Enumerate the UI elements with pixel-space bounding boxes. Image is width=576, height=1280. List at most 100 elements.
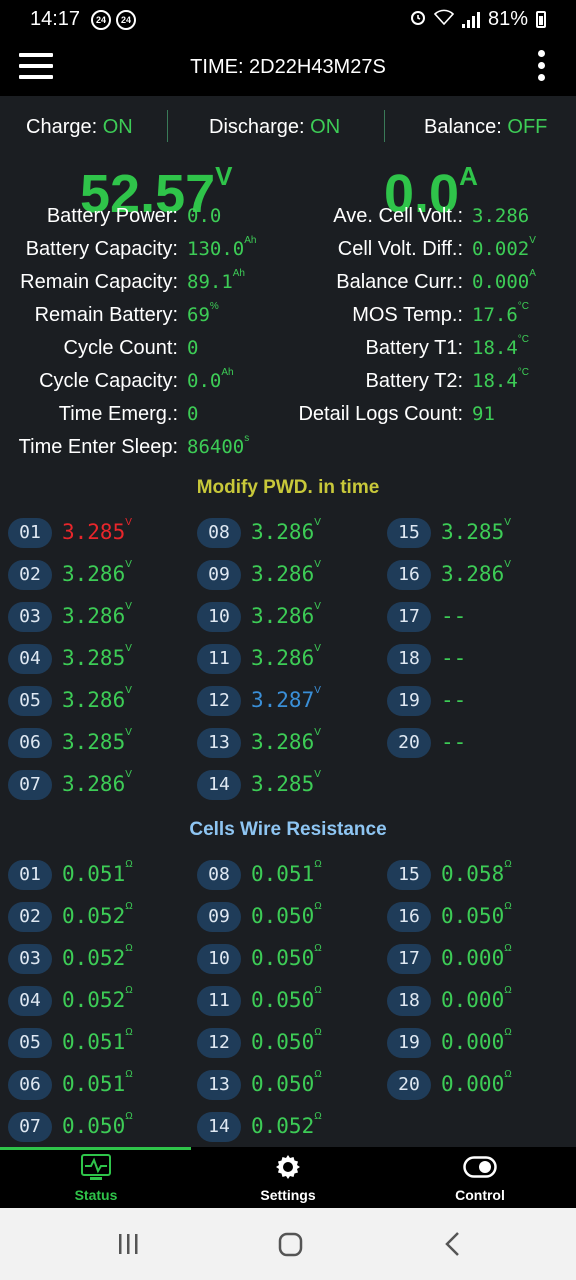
info-value-unit: °C <box>517 367 529 378</box>
cell-value: 0.050Ω <box>251 901 322 928</box>
home-icon[interactable] <box>270 1230 310 1260</box>
cell-number-badge: 13 <box>197 728 241 758</box>
cell-number-badge: 08 <box>197 860 241 890</box>
cell-value-text: 0.050 <box>251 1072 315 1096</box>
cell-value-text: 0.051 <box>62 1030 126 1054</box>
cell-item: 15 0.058Ω <box>387 859 567 892</box>
cell-value: 3.285V <box>251 769 321 796</box>
cell-value-text: 0.050 <box>251 1030 315 1054</box>
recent-apps-icon[interactable] <box>108 1230 148 1260</box>
info-value: 3.286 <box>472 205 529 227</box>
signal-strength-icon <box>461 11 480 28</box>
cell-item: 06 0.051Ω <box>8 1069 188 1102</box>
cell-value-text: 3.286 <box>62 562 126 586</box>
back-icon[interactable] <box>432 1230 472 1260</box>
cell-value: 3.287V <box>251 685 321 712</box>
cell-item: 12 3.287V <box>197 685 377 718</box>
battery-percent: 81% <box>487 8 528 30</box>
cell-number-badge: 17 <box>387 944 431 974</box>
info-value-text: 17.6 <box>472 304 518 326</box>
cell-value: 3.285V <box>62 643 132 670</box>
info-row: Balance Curr.: 0.000A <box>0 268 576 304</box>
info-value-text: 0.000 <box>472 271 530 293</box>
info-value: 91 <box>472 403 495 425</box>
cell-item: 18 0.000Ω <box>387 985 567 1018</box>
cell-number-badge: 14 <box>197 1112 241 1142</box>
cell-value: -- <box>441 604 466 628</box>
cell-number-badge: 10 <box>197 944 241 974</box>
cell-value-unit: V <box>125 769 132 780</box>
cells-section-title[interactable]: Modify PWD. in time <box>0 477 576 499</box>
divider <box>167 110 168 142</box>
cell-value-unit: V <box>125 643 132 654</box>
cell-number-badge: 03 <box>8 602 52 632</box>
more-options-icon[interactable] <box>536 50 546 86</box>
discharge-label: Discharge: <box>209 116 305 138</box>
balance-status: Balance: OFF <box>424 116 547 139</box>
cell-number-badge: 09 <box>197 560 241 590</box>
cell-number-badge: 03 <box>8 944 52 974</box>
cell-value-unit: Ω <box>314 985 322 996</box>
charge-label: Charge: <box>26 116 98 138</box>
system-navigation-bar <box>0 1208 576 1280</box>
nav-settings-tab[interactable]: Settings <box>192 1147 384 1208</box>
cell-item: 19 -- <box>387 686 567 718</box>
balance-label: Balance: <box>424 116 502 138</box>
info-value-text: 0.002 <box>472 238 530 260</box>
cell-value-text: 3.286 <box>251 646 315 670</box>
cell-value-unit: V <box>314 643 321 654</box>
cell-value: 0.051Ω <box>62 859 133 886</box>
cell-value-unit: Ω <box>125 943 133 954</box>
cell-value: 3.285V <box>62 517 132 544</box>
mode-status-row: Charge: ON Discharge: ON Balance: OFF <box>0 108 576 146</box>
pack-voltage-unit: V <box>215 161 233 191</box>
cell-value-text: -- <box>441 646 467 670</box>
battery-icon <box>536 11 546 28</box>
cell-item: 02 3.286V <box>8 559 188 592</box>
cell-value: 0.050Ω <box>441 901 512 928</box>
cell-value: 3.285V <box>441 517 511 544</box>
cell-value-unit: V <box>314 685 321 696</box>
info-label: Battery T2: <box>365 370 463 392</box>
info-row: Battery T2: 18.4°C <box>0 367 576 403</box>
cell-value: 0.052Ω <box>251 1111 322 1138</box>
cell-value-unit: Ω <box>314 901 322 912</box>
cell-value: 0.052Ω <box>62 943 133 970</box>
cell-value: 0.058Ω <box>441 859 512 886</box>
cell-number-badge: 14 <box>197 770 241 800</box>
cell-value-text: 0.050 <box>251 946 315 970</box>
info-row: Cell Volt. Diff.: 0.002V <box>0 235 576 271</box>
info-row: Time Enter Sleep: 86400s <box>0 433 576 469</box>
cell-value-text: 3.286 <box>251 520 315 544</box>
nav-control-tab[interactable]: Control <box>384 1147 576 1208</box>
cell-value: 3.286V <box>251 727 321 754</box>
cell-value-text: 3.285 <box>441 520 505 544</box>
battery-info-panel: Battery Power: 0.0 Battery Capacity: 130.0A… <box>0 205 576 470</box>
cell-value-text: 3.287 <box>251 688 315 712</box>
cell-value-text: 0.000 <box>441 1030 505 1054</box>
cell-value-unit: V <box>314 769 321 780</box>
cell-number-badge: 19 <box>387 1028 431 1058</box>
cell-value-text: 3.286 <box>62 772 126 796</box>
nav-control-label: Control <box>455 1187 505 1203</box>
alarm-icon <box>410 8 426 31</box>
cell-value-text: 3.286 <box>62 604 126 628</box>
system-status-bar: 14:17 24 24 81% <box>0 0 576 40</box>
cell-value-text: 3.285 <box>62 730 126 754</box>
cell-value-text: 3.286 <box>62 688 126 712</box>
cell-value-unit: V <box>314 517 321 528</box>
cell-item: 20 0.000Ω <box>387 1069 567 1102</box>
cell-value-unit: V <box>125 559 132 570</box>
cell-number-badge: 02 <box>8 902 52 932</box>
cell-value: -- <box>441 646 466 670</box>
cell-value-unit: Ω <box>504 943 512 954</box>
cell-value: -- <box>441 688 466 712</box>
cell-item: 03 0.052Ω <box>8 943 188 976</box>
resistance-section-title: Cells Wire Resistance <box>189 819 387 840</box>
cell-item: 07 3.286V <box>8 769 188 802</box>
cell-item: 06 3.285V <box>8 727 188 760</box>
cell-value: 0.050Ω <box>251 1027 322 1054</box>
nav-status-tab[interactable]: Status <box>0 1147 192 1208</box>
info-label: Ave. Cell Volt.: <box>333 205 463 227</box>
divider <box>384 110 385 142</box>
